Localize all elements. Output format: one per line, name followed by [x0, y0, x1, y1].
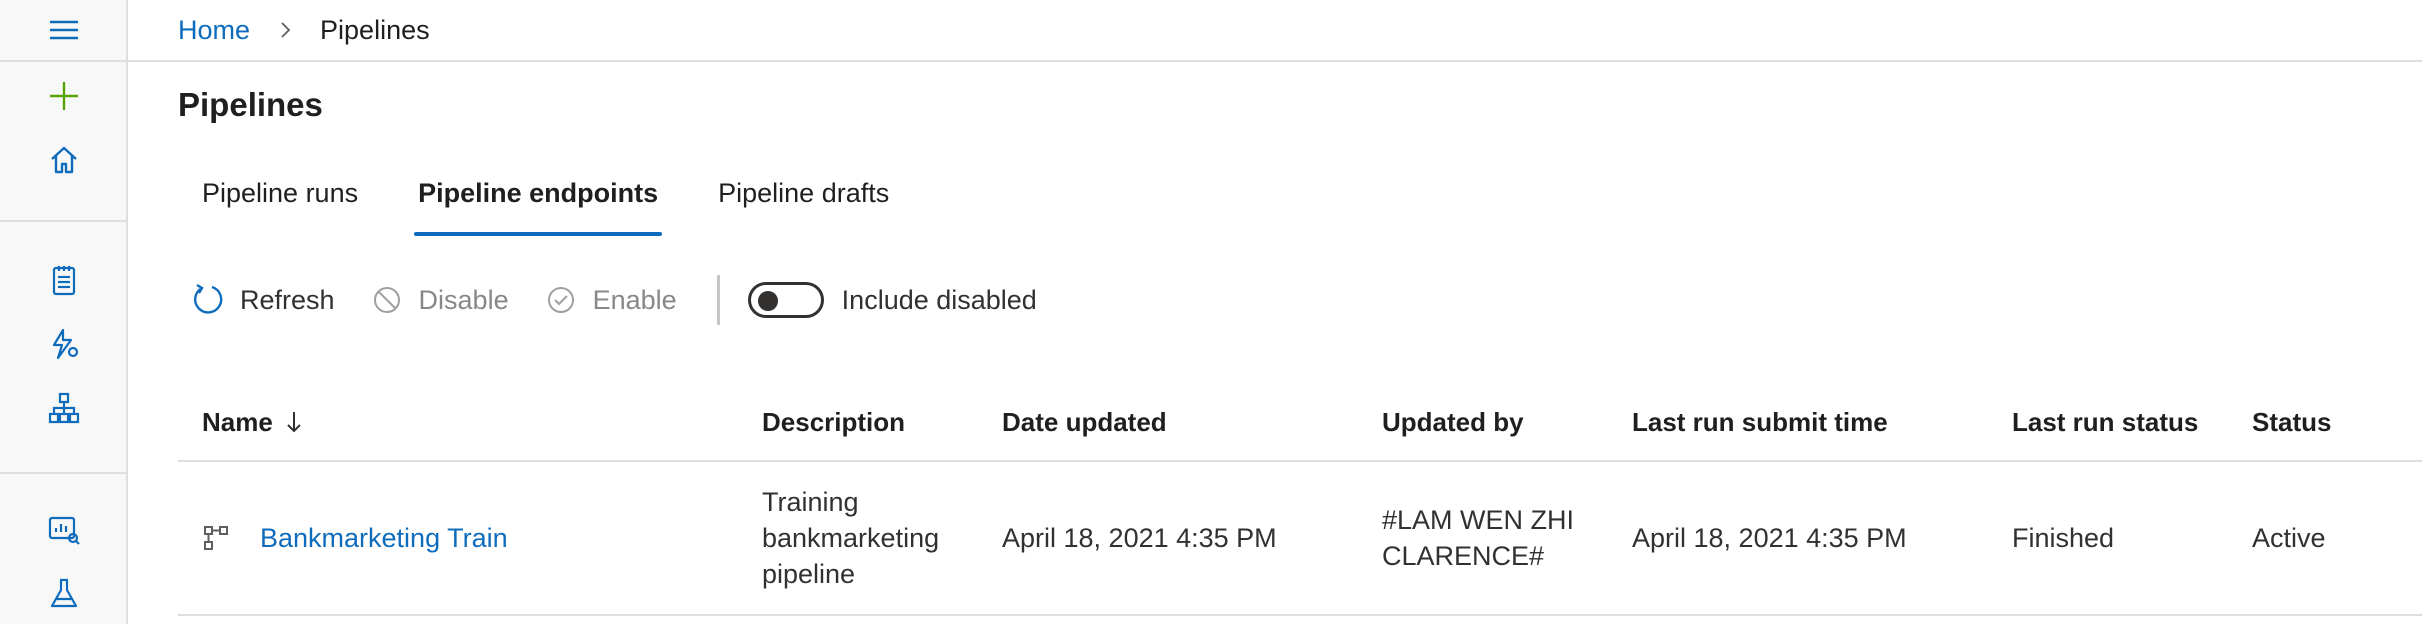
tab-pipeline-drafts[interactable]: Pipeline drafts — [694, 170, 913, 238]
pipeline-icon — [204, 526, 228, 550]
row-name-cell: Bankmarketing Train — [202, 462, 508, 614]
breadcrumb-home-link[interactable]: Home — [178, 15, 250, 46]
disable-button[interactable]: Disable — [369, 282, 509, 318]
chevron-right-icon — [276, 21, 294, 39]
column-header-name[interactable]: Name — [202, 384, 303, 460]
toolbar: Refresh Disable Enable Include disabled — [190, 272, 1037, 328]
check-circle-icon — [547, 287, 574, 313]
pipeline-name-link[interactable]: Bankmarketing Train — [260, 520, 508, 556]
designer-icon[interactable] — [44, 388, 84, 428]
breadcrumb: Home Pipelines — [128, 0, 2422, 62]
notebook-icon[interactable] — [44, 260, 84, 300]
tab-pipeline-endpoints[interactable]: Pipeline endpoints — [394, 170, 682, 238]
row-description: Training bankmarketing pipeline — [762, 487, 940, 589]
page-title: Pipelines — [178, 86, 323, 123]
breadcrumb-current: Pipelines — [320, 14, 430, 45]
column-header-last-run-status[interactable]: Last run status — [2012, 384, 2198, 460]
nav-divider — [0, 472, 126, 474]
nav-divider — [0, 220, 126, 222]
automl-icon[interactable] — [44, 324, 84, 364]
row-updated-by: #LAM WEN ZHI CLARENCE# — [1382, 505, 1575, 571]
row-date-updated: April 18, 2021 4:35 PM — [1002, 523, 1277, 553]
home-icon[interactable] — [44, 140, 84, 180]
table-header: Name Description Date updated Updated by… — [178, 384, 2422, 462]
refresh-label: Refresh — [240, 284, 335, 315]
refresh-icon — [194, 283, 223, 314]
experiments-icon[interactable] — [44, 574, 84, 614]
enable-label: Enable — [592, 284, 677, 315]
row-last-run-submit-time: April 18, 2021 4:35 PM — [1632, 523, 1907, 553]
table-row[interactable]: Bankmarketing Train Training bankmarketi… — [178, 462, 2422, 616]
row-status: Active — [2252, 523, 2326, 553]
hamburger-icon[interactable] — [44, 10, 84, 50]
column-header-last-run-submit-time[interactable]: Last run submit time — [1632, 384, 1888, 460]
pipeline-endpoints-table: Name Description Date updated Updated by… — [178, 384, 2422, 616]
datasets-icon[interactable] — [44, 510, 84, 550]
enable-button[interactable]: Enable — [543, 282, 677, 318]
tab-list: Pipeline runs Pipeline endpoints Pipelin… — [178, 170, 913, 238]
disable-label: Disable — [418, 284, 509, 315]
left-nav — [0, 0, 128, 624]
add-icon[interactable] — [44, 76, 84, 116]
column-header-status[interactable]: Status — [2252, 384, 2331, 460]
nav-divider — [0, 60, 126, 62]
row-last-run-status: Finished — [2012, 523, 2115, 553]
column-header-date-updated[interactable]: Date updated — [1002, 384, 1167, 460]
column-header-description[interactable]: Description — [762, 384, 905, 460]
toolbar-divider — [716, 275, 720, 325]
block-icon — [373, 287, 400, 313]
include-disabled-label: Include disabled — [841, 284, 1037, 315]
tab-pipeline-runs[interactable]: Pipeline runs — [178, 170, 382, 238]
include-disabled-toggle[interactable] — [747, 282, 824, 318]
arrow-down-icon — [285, 409, 303, 435]
refresh-button[interactable]: Refresh — [190, 282, 335, 318]
column-header-updated-by[interactable]: Updated by — [1382, 384, 1524, 460]
